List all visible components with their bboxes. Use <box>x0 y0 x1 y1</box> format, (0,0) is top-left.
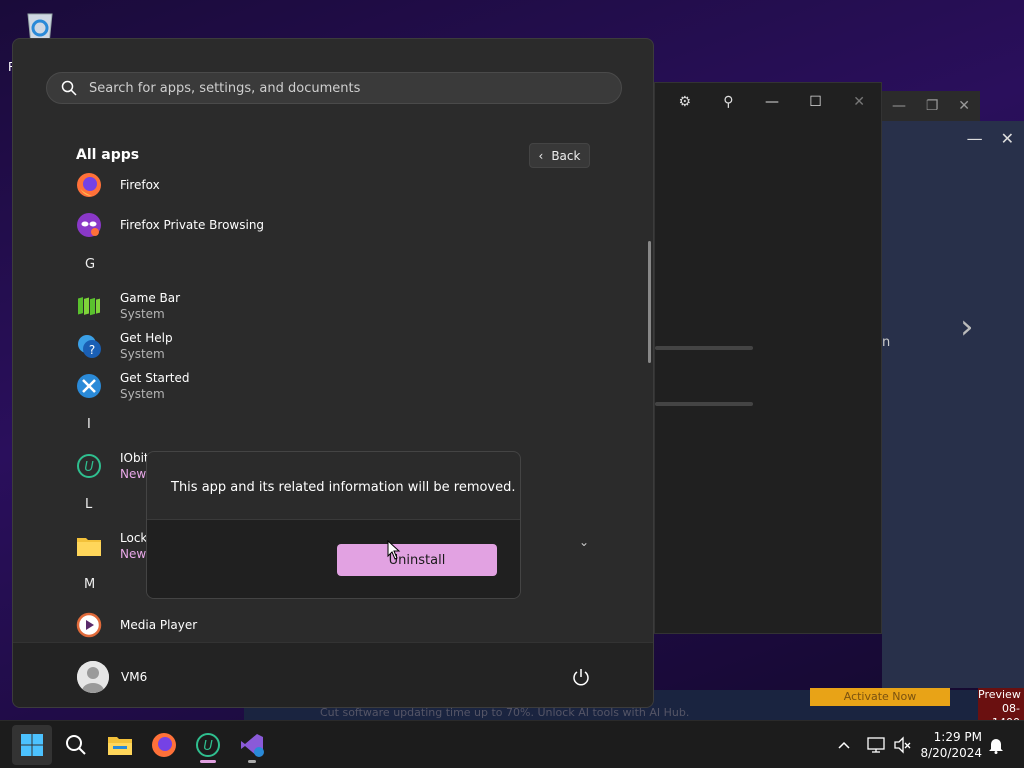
notification-bell-icon[interactable] <box>988 721 1004 768</box>
section-letter-l[interactable]: L <box>85 497 92 512</box>
section-letter-i[interactable]: I <box>87 417 91 432</box>
preview-label: Preview <box>978 688 1021 701</box>
close-icon[interactable]: ✕ <box>1001 129 1014 148</box>
network-icon[interactable] <box>866 721 886 768</box>
app-name: Game Bar <box>120 290 181 305</box>
get-started-icon <box>75 372 103 400</box>
preview-badge: Preview 08-1400 <box>978 688 1024 729</box>
visual-studio-icon <box>241 734 264 757</box>
all-apps-title: All apps <box>76 147 140 163</box>
uninstall-dialog: This app and its related information wil… <box>146 451 521 599</box>
firefox-icon <box>75 173 103 199</box>
chevron-right-icon[interactable]: › <box>960 307 974 347</box>
search-box[interactable] <box>46 72 622 104</box>
mouse-cursor-icon <box>387 540 401 560</box>
minimize-icon[interactable]: — <box>750 83 794 121</box>
media-player-icon <box>75 611 103 639</box>
chevron-left-icon: ‹ <box>538 148 544 163</box>
app-item-media-player[interactable]: Media Player <box>75 607 197 643</box>
avatar[interactable] <box>77 661 109 693</box>
close-icon[interactable]: ✕ <box>958 98 970 114</box>
svg-text:?: ? <box>89 343 95 357</box>
user-name[interactable]: VM6 <box>121 670 147 684</box>
active-indicator <box>200 760 216 763</box>
search-icon <box>61 80 77 96</box>
app-item-iobit[interactable]: U IObit New <box>75 448 149 484</box>
windows-logo-icon <box>21 734 43 756</box>
app-name: Media Player <box>120 617 198 632</box>
firefox-private-icon <box>75 211 103 239</box>
maximize-icon[interactable]: ☐ <box>794 83 838 121</box>
app-list-scrollbar[interactable] <box>648 241 651 363</box>
folder-icon <box>108 737 132 755</box>
settings-icon[interactable]: ⚙ <box>663 83 707 121</box>
volume-muted-icon[interactable] <box>892 721 912 768</box>
clock[interactable]: 1:29 PM 8/20/2024 <box>918 729 982 761</box>
app-name: Firefox <box>120 177 160 192</box>
placeholder-line <box>655 346 753 350</box>
app-name: Firefox Private Browsing <box>120 217 265 232</box>
taskbar-search-button[interactable] <box>56 725 96 765</box>
taskbar-visual-studio[interactable] <box>232 725 272 765</box>
back-button[interactable]: ‹ Back <box>529 143 590 168</box>
app-item-game-bar[interactable]: Game Bar System <box>75 288 180 324</box>
get-help-icon: ? <box>75 332 103 360</box>
taskbar-firefox[interactable] <box>144 725 184 765</box>
app-item-get-started[interactable]: Get Started System <box>75 368 190 404</box>
feedback-icon[interactable]: ⚲ <box>707 83 751 121</box>
partial-text: n <box>882 335 891 350</box>
clock-time: 1:29 PM <box>933 730 982 744</box>
clock-date: 8/20/2024 <box>920 746 982 760</box>
app-item-firefox[interactable]: Firefox <box>75 173 160 203</box>
firefox-icon <box>152 733 176 757</box>
maximize-icon[interactable]: ❐ <box>926 98 939 114</box>
chevron-down-icon[interactable]: ⌄ <box>579 535 589 549</box>
minimize-icon[interactable]: — <box>967 129 983 148</box>
app-item-lock-folder[interactable]: Lock New <box>75 528 147 564</box>
svg-text:U: U <box>84 460 94 475</box>
app-subtitle: System <box>120 306 165 321</box>
app-item-get-help[interactable]: ? Get Help System <box>75 328 173 364</box>
tray-overflow-chevron-icon[interactable] <box>836 721 852 768</box>
close-icon[interactable]: ✕ <box>837 83 881 121</box>
dialog-message: This app and its related information wil… <box>171 480 516 495</box>
app-new-badge: New <box>120 466 147 481</box>
app-name: IObit <box>120 450 149 465</box>
folder-icon <box>75 532 103 560</box>
background-window[interactable]: ⚙ ⚲ — ☐ ✕ <box>654 82 882 634</box>
dialog-footer: Uninstall <box>147 519 520 598</box>
taskbar: U 1:29 PM 8/20/2024 <box>0 720 1024 768</box>
section-letter-m[interactable]: M <box>84 577 95 592</box>
placeholder-line <box>655 402 753 406</box>
uninstall-button[interactable]: Uninstall <box>337 544 497 576</box>
back-button-label: Back <box>551 148 581 163</box>
app-name: Get Help <box>120 330 173 345</box>
app-new-badge: New <box>120 546 147 561</box>
background-app-window[interactable]: — ✕ › n <box>882 121 1024 688</box>
start-menu-footer: VM6 <box>13 642 653 707</box>
game-bar-icon <box>75 292 103 320</box>
activate-button[interactable]: Activate Now <box>810 688 950 706</box>
search-input[interactable] <box>89 80 589 96</box>
background-window-titlebar[interactable]: — ❐ ✕ <box>882 91 980 121</box>
minimize-icon[interactable]: — <box>892 98 906 114</box>
section-letter-g[interactable]: G <box>85 257 95 272</box>
start-button[interactable] <box>12 725 52 765</box>
app-name: Get Started <box>120 370 190 385</box>
power-icon[interactable] <box>571 667 591 687</box>
app-subtitle: System <box>120 386 165 401</box>
start-menu: All apps ‹ Back Firefox Firefox Private … <box>12 38 654 708</box>
iobit-icon: U <box>196 733 220 757</box>
search-icon <box>66 735 86 755</box>
svg-text:U: U <box>203 739 213 754</box>
running-indicator <box>248 760 256 763</box>
app-subtitle: System <box>120 346 165 361</box>
app-name: Lock <box>120 530 148 545</box>
taskbar-file-explorer[interactable] <box>100 725 140 765</box>
taskbar-iobit[interactable]: U <box>188 725 228 765</box>
app-item-firefox-private[interactable]: Firefox Private Browsing <box>75 207 264 243</box>
iobit-icon: U <box>75 452 103 480</box>
